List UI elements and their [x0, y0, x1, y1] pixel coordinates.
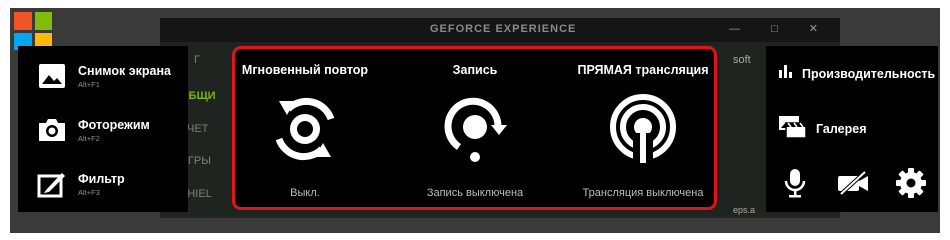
gallery-label: Галерея: [816, 121, 867, 136]
broadcast-icon: [603, 89, 683, 169]
instant-replay-button[interactable]: Мгновенный повтор Выкл.: [235, 49, 375, 207]
tools-panel: Производительность Галерея: [766, 46, 938, 212]
record-title: Запись: [452, 63, 498, 77]
photo-mode-label: Фоторежим: [78, 117, 150, 132]
window-titlebar: GEFORCE EXPERIENCE — □ ✕: [160, 18, 840, 42]
image-icon: [36, 60, 68, 92]
microphone-icon[interactable]: [778, 166, 812, 200]
home-nav-label[interactable]: Г: [194, 54, 200, 66]
window-title: GEFORCE EXPERIENCE: [430, 23, 577, 35]
filter-shortcut: Alt+F3: [78, 187, 100, 197]
performance-button[interactable]: Производительность: [778, 64, 935, 83]
photo-mode-button[interactable]: Фоторежим Alt+F2: [36, 114, 150, 146]
capture-panel: Снимок экрана Alt+F1 Фоторежим Alt+F2 Фи…: [18, 46, 188, 212]
screenshot-label: Снимок экрана: [78, 63, 171, 78]
filter-icon: [36, 168, 68, 200]
gallery-button[interactable]: Галерея: [778, 112, 866, 145]
gallery-icon: [778, 112, 808, 145]
instant-replay-title: Мгновенный повтор: [241, 63, 369, 77]
filter-button[interactable]: Фильтр Alt+F3: [36, 168, 125, 200]
windows-logo: [14, 12, 52, 50]
performance-label: Производительность: [802, 66, 936, 81]
record-icon: [435, 89, 515, 169]
screenshot-button[interactable]: Снимок экрана Alt+F1: [36, 60, 171, 92]
photo-mode-shortcut: Alt+F2: [78, 133, 100, 143]
camera-off-icon[interactable]: [836, 166, 870, 200]
background-text-snippet-2: eps.a: [733, 205, 756, 215]
quick-toggles: [778, 166, 928, 200]
instant-replay-status: Выкл.: [290, 187, 320, 199]
broadcast-button[interactable]: ПРЯМАЯ трансляция Трансляция выключена: [573, 49, 713, 207]
gear-icon[interactable]: [894, 166, 928, 200]
bar-chart-icon: [778, 64, 794, 83]
recording-features-panel: Мгновенный повтор Выкл. Запись Запись вы…: [232, 46, 717, 210]
record-button[interactable]: Запись Запись выключена: [405, 49, 545, 207]
record-status: Запись выключена: [426, 187, 524, 199]
broadcast-status: Трансляция выключена: [582, 187, 704, 199]
screenshot-shortcut: Alt+F1: [78, 79, 100, 89]
broadcast-title: ПРЯМАЯ трансляция: [577, 63, 709, 77]
window-controls[interactable]: — □ ✕: [729, 22, 832, 35]
instant-replay-icon: [265, 89, 345, 169]
filter-label: Фильтр: [78, 171, 125, 186]
camera-icon: [36, 114, 68, 146]
background-text-snippet: soft: [733, 54, 751, 66]
